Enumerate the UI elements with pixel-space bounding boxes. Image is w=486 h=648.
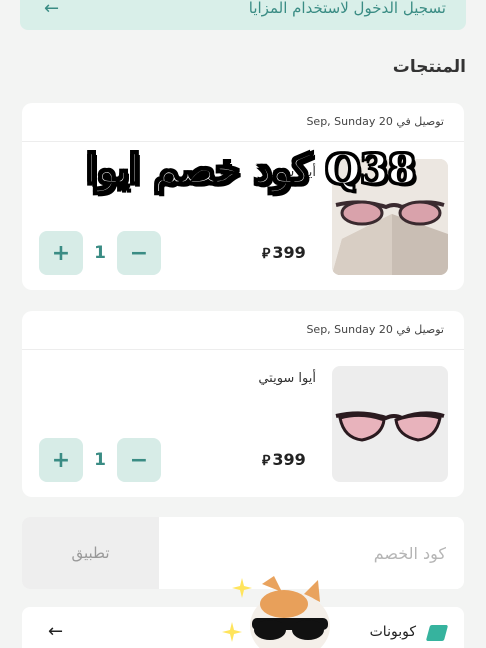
sunglasses-icon xyxy=(335,411,445,442)
cat-sticker-icon xyxy=(222,576,330,648)
quantity-value: 1 xyxy=(94,450,106,470)
products-title: المنتجات xyxy=(392,57,466,77)
quantity-value: 1 xyxy=(94,243,106,263)
product-name: أيوا سويتي xyxy=(258,371,316,386)
riyal-icon: ⃁ xyxy=(262,246,271,262)
login-banner[interactable]: ← تسجيل الدخول لاستخدام المزايا xyxy=(20,0,466,30)
delivery-date: توصيل في 20 Sep, Sunday xyxy=(306,115,444,128)
login-banner-text: تسجيل الدخول لاستخدام المزايا xyxy=(248,0,446,17)
decrease-quantity-button[interactable]: − xyxy=(117,438,161,482)
tag-icon xyxy=(425,625,449,641)
product-card: توصيل في 20 Sep, Sunday أيوا سوديا ⃁ 399 … xyxy=(22,103,464,290)
decrease-quantity-button[interactable]: − xyxy=(117,231,161,275)
coupons-label: كوبونات xyxy=(369,624,416,640)
product-price: ⃁ 399 xyxy=(262,450,306,469)
delivery-date: توصيل في 20 Sep, Sunday xyxy=(306,323,444,336)
forward-arrow-icon: ← xyxy=(48,621,64,642)
product-image[interactable] xyxy=(332,366,448,482)
back-arrow-icon: ← xyxy=(44,0,60,19)
increase-quantity-button[interactable]: + xyxy=(39,438,83,482)
divider xyxy=(22,349,464,350)
promo-overlay-text: كود خصم ايوا Q38 xyxy=(85,145,417,194)
product-price: ⃁ 399 xyxy=(262,243,306,262)
riyal-icon: ⃁ xyxy=(262,453,271,469)
product-card: توصيل في 20 Sep, Sunday أيوا سويتي ⃁ 399 … xyxy=(22,311,464,497)
divider xyxy=(22,141,464,142)
increase-quantity-button[interactable]: + xyxy=(39,231,83,275)
apply-coupon-button[interactable]: تطبيق xyxy=(22,517,159,589)
